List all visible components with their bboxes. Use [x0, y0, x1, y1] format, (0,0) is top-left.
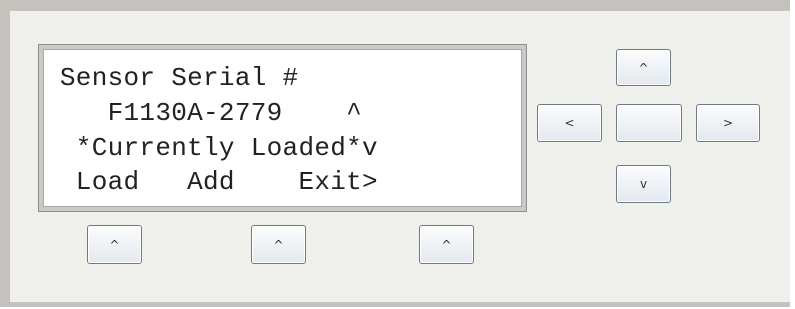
lcd-line-4: Load Add Exit> [44, 167, 378, 197]
dpad-down-button[interactable]: v [616, 165, 671, 203]
lcd-display-bezel: Sensor Serial # F1130A-2779 ^ *Currently… [38, 44, 527, 212]
softkey-right-button[interactable]: ^ [419, 225, 474, 264]
lcd-line-3: *Currently Loaded*v [44, 133, 378, 163]
softkey-left-button[interactable]: ^ [87, 225, 142, 264]
caret-up-icon: ^ [109, 237, 120, 252]
chevron-down-icon: v [639, 177, 648, 191]
caret-up-icon: ^ [638, 60, 649, 75]
lcd-line-1: Sensor Serial # [44, 63, 299, 93]
lcd-line-2: F1130A-2779 ^ [44, 98, 363, 128]
dpad-up-button[interactable]: ^ [616, 49, 671, 86]
dpad-left-button[interactable]: < [537, 104, 602, 142]
softkey-middle-button[interactable]: ^ [251, 225, 306, 264]
dpad-right-button[interactable]: > [696, 104, 760, 142]
dpad-center-button[interactable] [616, 104, 682, 142]
chevron-left-icon: < [564, 116, 575, 130]
caret-up-icon: ^ [441, 237, 452, 252]
chevron-right-icon: > [722, 116, 734, 130]
caret-up-icon: ^ [273, 237, 284, 252]
lcd-display: Sensor Serial # F1130A-2779 ^ *Currently… [43, 49, 522, 207]
